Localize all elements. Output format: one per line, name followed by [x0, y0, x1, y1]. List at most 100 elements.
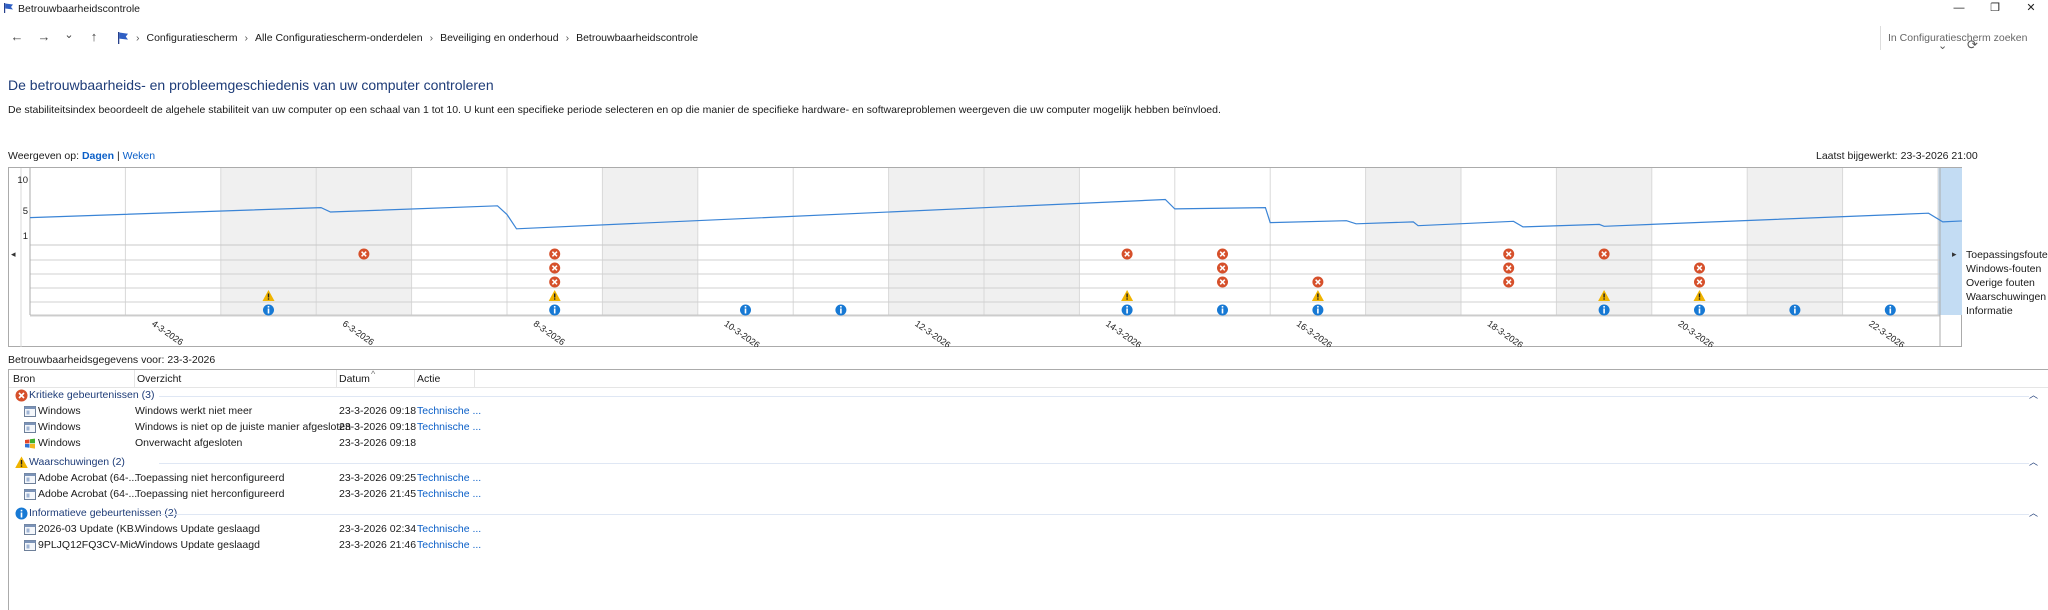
source-cell: 9PLJQ12FQ3CV-Mic...: [38, 539, 138, 551]
info-icon-mark: [744, 308, 747, 314]
forward-arrow-icon[interactable]: →: [35, 28, 53, 46]
technical-details-link[interactable]: Technische ...: [417, 472, 481, 484]
app-window-icon: [24, 540, 36, 551]
summary-cell: Windows Update geslaagd: [135, 523, 260, 535]
close-button[interactable]: ✕: [2008, 0, 2048, 18]
summary-cell: Toepassing niet herconfigureerd: [135, 472, 285, 484]
reliability-chart-svg[interactable]: 10514-3-2026 6-3-2026 8-3-2026 10-3-2026 12-…: [8, 167, 1962, 347]
column-header-action[interactable]: Actie: [417, 372, 440, 387]
recent-locations-icon[interactable]: ⌄: [60, 26, 78, 44]
column-header-summary[interactable]: Overzicht: [137, 372, 181, 387]
day-column-shade[interactable]: [888, 168, 984, 315]
day-column-shade[interactable]: [984, 168, 1080, 315]
column-separator[interactable]: [336, 370, 337, 388]
legend-item: Windows-fouten: [1966, 263, 2042, 275]
column-separator[interactable]: [414, 370, 415, 388]
table-row[interactable]: Windows Windows werkt niet meer 23-3-2026 …: [9, 404, 2048, 420]
breadcrumb-item[interactable]: Beveiliging en onderhoud: [440, 32, 559, 44]
table-row[interactable]: Windows Onverwacht afgesloten 23-3-2026 09…: [9, 436, 2048, 452]
group-label: Waarschuwingen (2): [29, 456, 125, 468]
info-icon-dot: [1603, 306, 1605, 308]
breadcrumb-item[interactable]: Betrouwbaarheidscontrole: [576, 32, 698, 44]
group-header[interactable]: Waarschuwingen (2) ︿: [9, 455, 2048, 471]
summary-cell: Toepassing niet herconfigureerd: [135, 488, 285, 500]
view-weeks-link[interactable]: Weken: [123, 150, 156, 162]
warning-icon-mark: [1698, 293, 1701, 298]
collapse-chevron-icon[interactable]: ︿: [2029, 506, 2038, 519]
title-bar: Betrouwbaarheidscontrole — ❐ ✕: [0, 0, 2048, 18]
day-column-shade[interactable]: [1365, 168, 1461, 315]
info-icon-mark: [1889, 308, 1892, 314]
scroll-left-icon[interactable]: ◂: [11, 250, 16, 260]
selected-day-column[interactable]: [1938, 168, 1962, 315]
table-row[interactable]: 2026-03 Update (KB... Windows Update gesl…: [9, 522, 2048, 538]
warning-icon-dot: [1698, 298, 1701, 300]
view-separator: |: [116, 150, 120, 162]
info-icon-mark: [1126, 308, 1128, 314]
back-arrow-icon[interactable]: ←: [8, 28, 26, 46]
group-divider: [159, 396, 2029, 397]
collapse-chevron-icon[interactable]: ︿: [2029, 455, 2038, 468]
day-column-shade[interactable]: [316, 168, 412, 315]
breadcrumb-separator-icon[interactable]: ›: [136, 32, 140, 44]
info-icon-dot: [1794, 306, 1796, 308]
source-cell: Windows: [38, 405, 81, 417]
warning-icon-mark: [1317, 293, 1319, 298]
column-separator[interactable]: [134, 370, 135, 388]
up-arrow-icon[interactable]: ↑: [85, 28, 103, 46]
breadcrumb-item[interactable]: Alle Configuratiescherm-onderdelen: [255, 32, 423, 44]
collapse-chevron-icon[interactable]: ︿: [2029, 388, 2038, 401]
info-icon-mark: [1221, 308, 1224, 314]
app-window-icon: [24, 406, 36, 417]
search-input[interactable]: [1888, 27, 2038, 49]
day-column-shade[interactable]: [1747, 168, 1843, 315]
info-icon-mark: [840, 308, 842, 314]
info-icon-mark: [1794, 308, 1796, 314]
error-icon: [15, 389, 28, 402]
table-row[interactable]: Adobe Acrobat (64-... Toepassing niet her…: [9, 471, 2048, 487]
source-cell: Windows: [38, 421, 81, 433]
info-icon-dot: [840, 306, 842, 308]
sort-ascending-icon: ^: [371, 369, 376, 379]
warning-icon-mark: [1603, 293, 1605, 298]
group-divider: [159, 514, 2029, 515]
date-cell: 23-3-2026 21:45: [339, 488, 417, 500]
info-icon-mark: [1698, 308, 1701, 314]
reliability-chart[interactable]: 10 5 1 4-3-2026 6-3-2026 8-3-2026 10-3-2026 12-…: [8, 167, 1962, 347]
group-header[interactable]: Informatieve gebeurtenissen (2) ︿: [9, 506, 2048, 522]
source-cell: Adobe Acrobat (64-...: [38, 488, 138, 500]
breadcrumb-item[interactable]: Configuratiescherm: [147, 32, 238, 44]
table-row[interactable]: Windows Windows is niet op de juiste mani…: [9, 420, 2048, 436]
date-cell: 23-3-2026 02:34: [339, 523, 417, 535]
breadcrumb-separator-icon[interactable]: ›: [430, 32, 434, 44]
column-header-date[interactable]: Datum: [339, 372, 370, 387]
breadcrumb-separator-icon[interactable]: ›: [566, 32, 570, 44]
warning-icon-dot: [1603, 298, 1605, 300]
info-icon-dot: [1126, 306, 1128, 308]
table-row[interactable]: 9PLJQ12FQ3CV-Mic... Windows Update geslaa…: [9, 538, 2048, 554]
technical-details-link[interactable]: Technische ...: [417, 405, 481, 417]
breadcrumb-separator-icon[interactable]: ›: [245, 32, 249, 44]
info-icon-dot: [1698, 306, 1701, 308]
summary-cell: Windows Update geslaagd: [135, 539, 260, 551]
app-window-icon: [24, 473, 36, 484]
column-header-source[interactable]: Bron: [13, 372, 35, 387]
group-header[interactable]: Kritieke gebeurtenissen (3) ︿: [9, 388, 2048, 404]
warning-icon-dot: [554, 298, 556, 300]
control-panel-flag-icon: [118, 32, 128, 44]
scroll-right-icon[interactable]: ▸: [1952, 250, 1957, 260]
technical-details-link[interactable]: Technische ...: [417, 421, 481, 433]
day-column-shade[interactable]: [602, 168, 698, 315]
app-window-icon: [24, 489, 36, 500]
technical-details-link[interactable]: Technische ...: [417, 488, 481, 500]
technical-details-link[interactable]: Technische ...: [417, 523, 481, 535]
technical-details-link[interactable]: Technische ...: [417, 539, 481, 551]
view-days-link[interactable]: Dagen: [82, 150, 114, 162]
column-separator[interactable]: [474, 370, 475, 388]
table-row[interactable]: Adobe Acrobat (64-... Toepassing niet her…: [9, 487, 2048, 503]
last-updated: Laatst bijgewerkt: 23-3-2026 21:00: [1816, 150, 1978, 162]
date-cell: 23-3-2026 09:18: [339, 437, 417, 449]
window-title: Betrouwbaarheidscontrole: [18, 3, 140, 15]
address-box[interactable]: › Configuratiescherm › Alle Configuratiesch…: [112, 26, 1978, 52]
page-description: De stabiliteitsindex beoordeelt de algeh…: [8, 104, 1221, 116]
